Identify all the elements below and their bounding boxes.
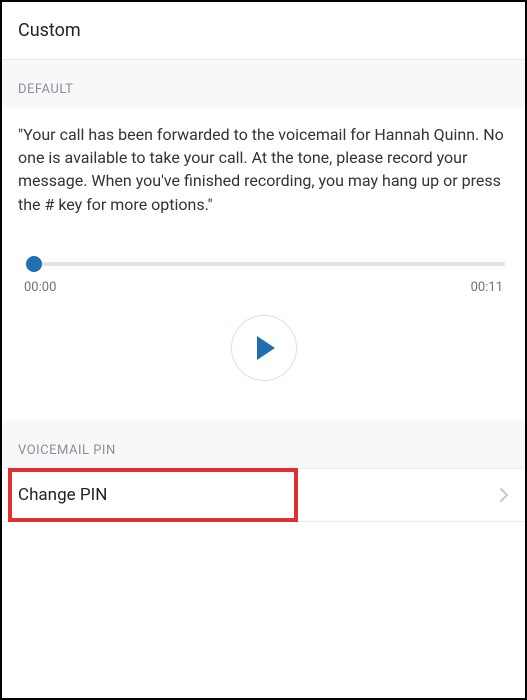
custom-greeting-row[interactable]: Custom bbox=[2, 2, 525, 60]
current-time: 00:00 bbox=[24, 280, 56, 295]
progress-track[interactable] bbox=[22, 256, 505, 272]
audio-player: 00:00 00:11 bbox=[18, 216, 509, 397]
progress-thumb[interactable] bbox=[26, 256, 42, 272]
default-greeting-card: "Your call has been forwarded to the voi… bbox=[2, 107, 525, 421]
change-pin-label: Change PIN bbox=[18, 485, 107, 505]
progress-bar-bg bbox=[30, 262, 505, 266]
time-row: 00:00 00:11 bbox=[22, 280, 505, 295]
chevron-right-icon bbox=[499, 487, 509, 503]
play-icon bbox=[257, 336, 275, 360]
custom-label: Custom bbox=[18, 20, 81, 41]
change-pin-row[interactable]: Change PIN bbox=[2, 468, 525, 522]
default-section-label: DEFAULT bbox=[18, 82, 73, 97]
default-section-header: DEFAULT bbox=[2, 60, 525, 107]
play-button[interactable] bbox=[231, 315, 297, 381]
total-time: 00:11 bbox=[471, 280, 503, 295]
voicemail-pin-section-header: VOICEMAIL PIN bbox=[2, 421, 525, 468]
greeting-text: "Your call has been forwarded to the voi… bbox=[18, 123, 509, 216]
voicemail-pin-section-label: VOICEMAIL PIN bbox=[18, 443, 116, 458]
